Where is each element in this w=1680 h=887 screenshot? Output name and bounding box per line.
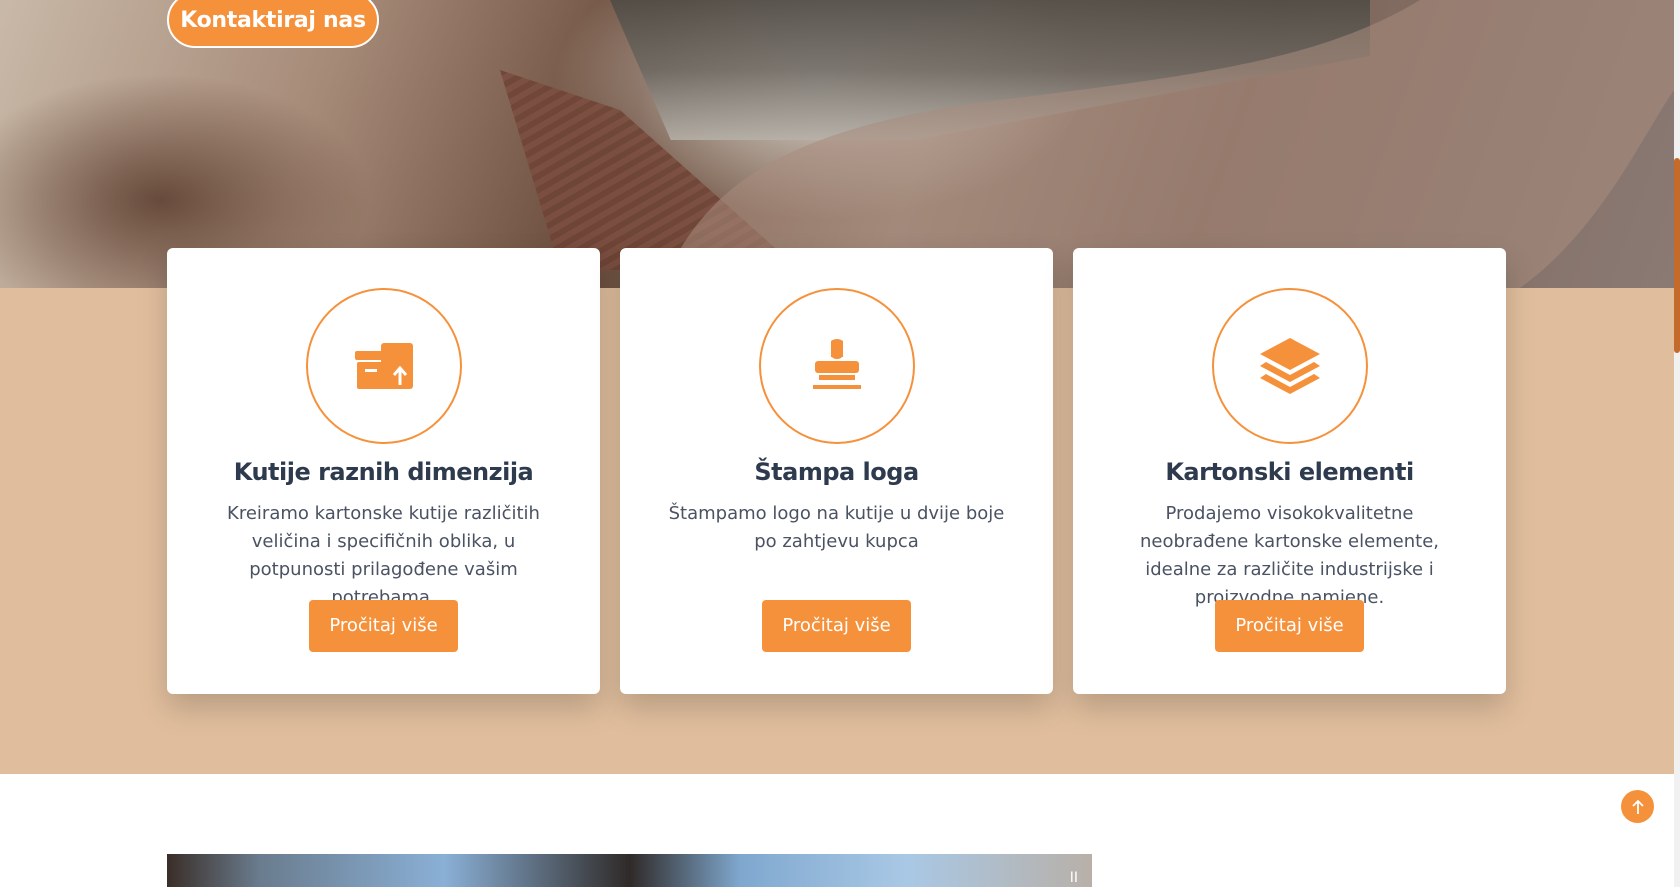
service-title: Štampa loga (754, 458, 919, 486)
read-more-button[interactable]: Pročitaj više (762, 600, 911, 652)
arrow-up-icon (1631, 799, 1644, 814)
service-icon-circle (305, 288, 462, 444)
service-card-boxes: Kutije raznih dimenzija Kreiramo kartons… (167, 248, 600, 694)
service-card-logo-print: Štampa loga Štampamo logo na kutije u dv… (620, 248, 1053, 694)
contact-button[interactable]: Kontaktiraj nas (167, 0, 379, 48)
scrollbar-thumb[interactable] (1674, 158, 1680, 353)
service-title: Kutije raznih dimenzija (233, 458, 534, 486)
service-icon-circle (758, 288, 915, 444)
service-card-carton-elements: Kartonski elementi Prodajemo visokokvali… (1073, 248, 1506, 694)
read-more-button[interactable]: Pročitaj više (309, 600, 458, 652)
service-icon-circle (1211, 288, 1368, 444)
stamp-icon (812, 339, 861, 389)
page-scrollbar[interactable] (1674, 0, 1680, 887)
service-title: Kartonski elementi (1165, 458, 1414, 486)
layers-icon (1259, 338, 1320, 394)
service-description: Prodajemo visokokvalitetne neobrađene ka… (1139, 503, 1440, 608)
video-preview[interactable]: II (167, 854, 1092, 887)
box-upload-icon (354, 343, 413, 389)
hero-section: Kontaktiraj nas (0, 0, 1674, 288)
service-description: Kreiramo kartonske kutije različitih vel… (227, 503, 540, 608)
pause-icon[interactable]: II (1070, 870, 1078, 886)
read-more-button[interactable]: Pročitaj više (1215, 600, 1364, 652)
scroll-to-top-button[interactable] (1621, 790, 1654, 823)
service-description: Štampamo logo na kutije u dvije boje po … (668, 503, 1005, 552)
